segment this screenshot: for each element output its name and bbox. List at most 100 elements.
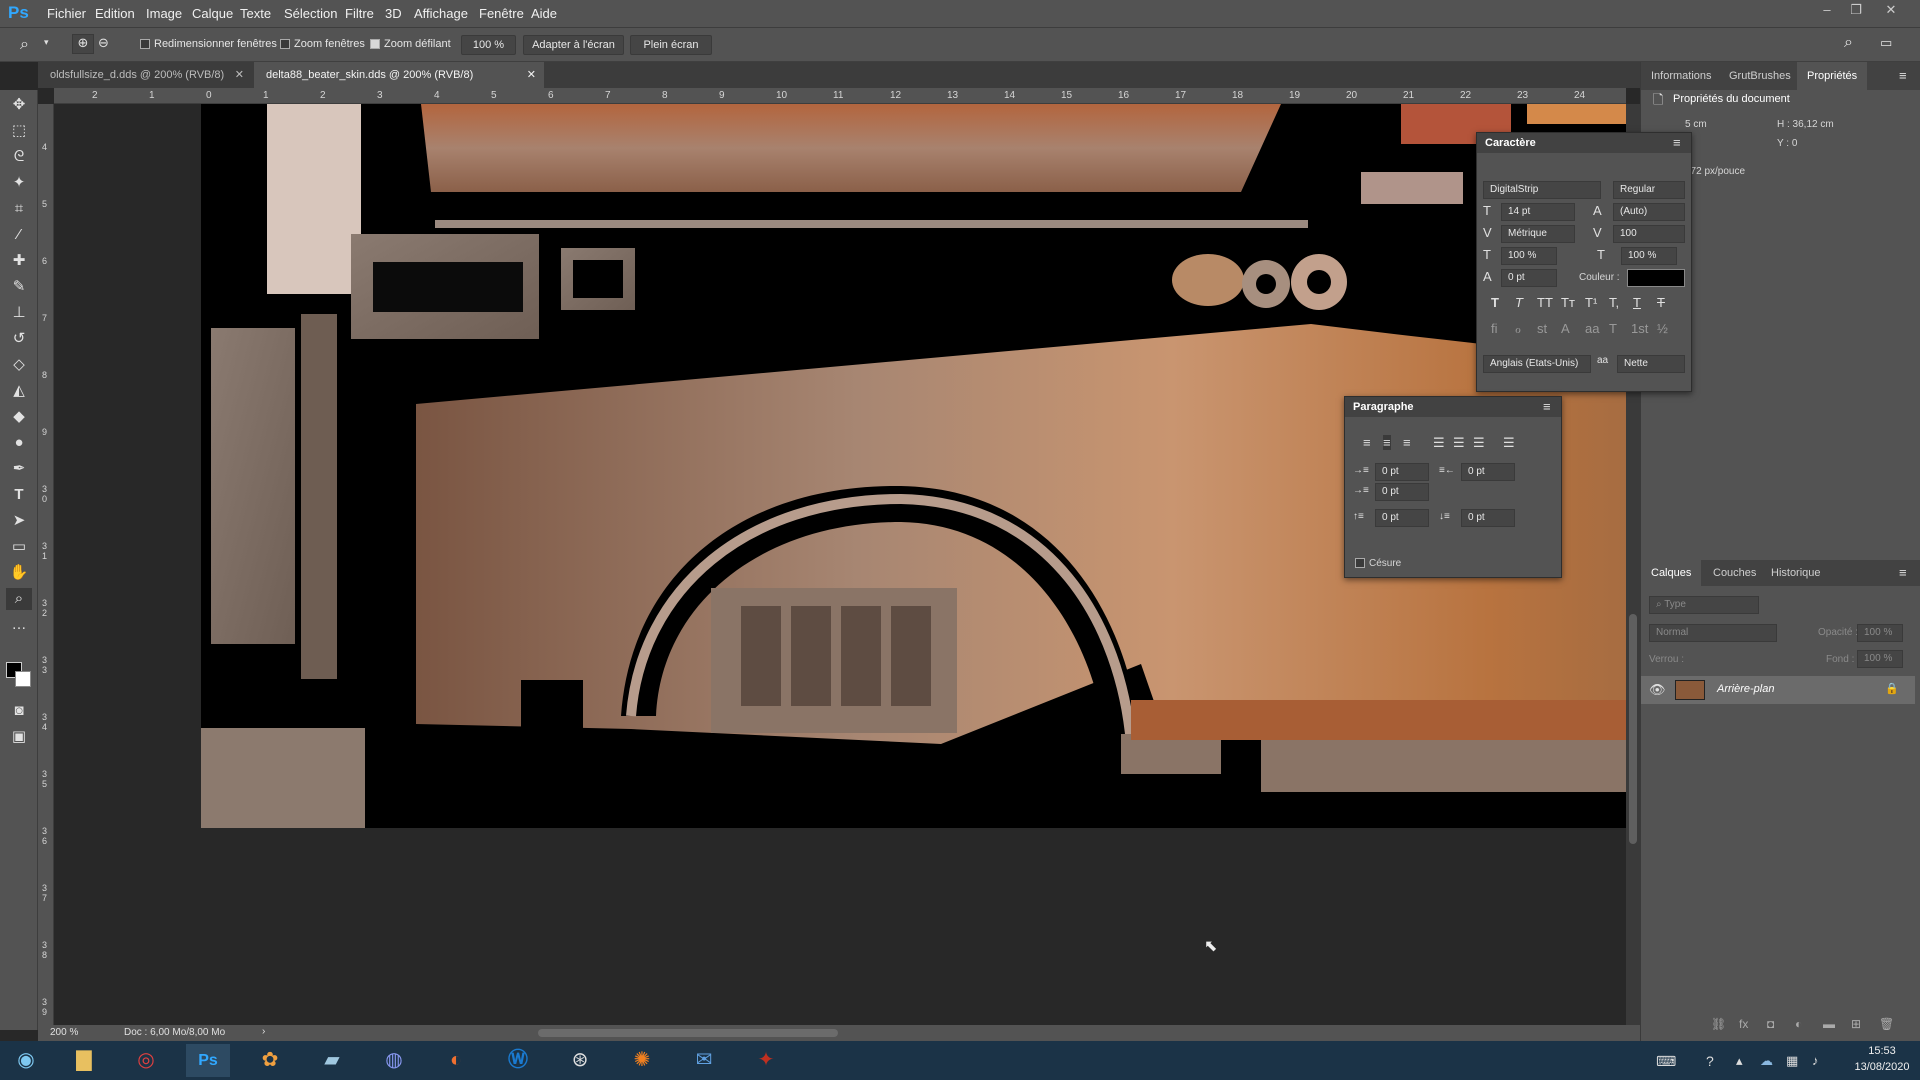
justify-left-icon[interactable]: ☰	[1433, 435, 1445, 451]
justify-all-icon[interactable]: ☰	[1503, 435, 1515, 451]
rectangle-tool-icon[interactable]: ▭	[6, 536, 32, 558]
leading-field[interactable]: (Auto)	[1613, 203, 1685, 221]
font-size-field[interactable]: 14 pt	[1501, 203, 1575, 221]
bug-app-icon[interactable]: ✿	[248, 1044, 292, 1077]
quick-mask-icon[interactable]: ◙	[6, 700, 32, 722]
fit-screen-button[interactable]: Adapter à l'écran	[523, 35, 624, 55]
discretionary-ligature-icon[interactable]: st	[1537, 321, 1547, 336]
clock-date[interactable]: 13/08/2020	[1850, 1061, 1914, 1073]
text-color-swatch[interactable]	[1627, 269, 1685, 287]
menu-affichage[interactable]: Affichage	[414, 6, 468, 21]
kerning-field[interactable]: Métrique	[1501, 225, 1575, 243]
menu-selection[interactable]: Sélection	[284, 6, 337, 21]
hand-tool-icon[interactable]: ✋	[6, 562, 32, 584]
steam-icon[interactable]: ⊛	[558, 1044, 602, 1077]
stylistic-alternates-icon[interactable]: aa	[1585, 321, 1599, 336]
opacity-field[interactable]: 100 %	[1857, 624, 1903, 642]
brush-tool-icon[interactable]: ✎	[6, 276, 32, 298]
strikethrough-icon[interactable]: T	[1657, 295, 1665, 310]
menu-fichier[interactable]: Fichier	[47, 6, 86, 21]
old-style-icon[interactable]: ℴ	[1515, 321, 1521, 337]
firefox-icon[interactable]: ◐	[434, 1044, 478, 1077]
fractions-icon[interactable]: ½	[1657, 321, 1668, 336]
swash-icon[interactable]: A	[1561, 321, 1570, 336]
dodge-tool-icon[interactable]: ●	[6, 432, 32, 454]
hyphenation-checkbox[interactable]: Césure	[1355, 557, 1401, 569]
file-explorer-icon[interactable]: ▇	[62, 1044, 106, 1077]
folder-icon[interactable]: ▬	[1823, 1017, 1835, 1031]
menu-aide[interactable]: Aide	[531, 6, 557, 21]
panel-menu-icon[interactable]: ≡	[1899, 565, 1907, 580]
layer-row[interactable]: 👁 Arrière-plan 🔒	[1641, 676, 1915, 704]
restore-icon[interactable]: ❐	[1845, 2, 1867, 22]
tracking-field[interactable]: 100	[1613, 225, 1685, 243]
start-orb-icon[interactable]: ◉	[4, 1044, 48, 1077]
tab-proprietes[interactable]: Propriétés	[1797, 62, 1868, 90]
background-color-swatch[interactable]	[15, 671, 31, 687]
discord-icon[interactable]: ◍	[372, 1044, 416, 1077]
chevron-down-icon[interactable]: ▾	[44, 37, 49, 48]
tab-oldsfullsize[interactable]: oldsfullsize_d.dds @ 200% (RVB/8) ✕	[38, 62, 252, 88]
fx-icon[interactable]: fx	[1739, 1017, 1748, 1031]
tab-grutbrushes[interactable]: GrutBrushes	[1719, 62, 1801, 90]
type-tool-icon[interactable]: T	[6, 484, 32, 506]
menu-filtre[interactable]: Filtre	[345, 6, 374, 21]
scrollbar-thumb[interactable]	[1629, 614, 1637, 844]
game-app-icon[interactable]: ✦	[744, 1044, 788, 1077]
faux-bold-icon[interactable]: T	[1491, 295, 1499, 310]
layer-filter-dropdown[interactable]: ⌕ Type	[1649, 596, 1759, 614]
chevron-right-icon[interactable]: ›	[262, 1026, 265, 1037]
marquee-tool-icon[interactable]: ⬚	[6, 120, 32, 142]
tab-historique[interactable]: Historique	[1761, 560, 1831, 586]
history-brush-icon[interactable]: ↺	[6, 328, 32, 350]
adjustment-icon[interactable]: ◐	[1795, 1017, 1802, 1031]
small-caps-icon[interactable]: Tт	[1561, 295, 1575, 310]
tab-calques[interactable]: Calques	[1641, 560, 1702, 586]
tray-up-icon[interactable]: ▴	[1736, 1053, 1743, 1069]
notepad-icon[interactable]: ▰	[310, 1044, 354, 1077]
eraser-tool-icon[interactable]: ◇	[6, 354, 32, 376]
space-before-field[interactable]: 0 pt	[1375, 509, 1429, 527]
justify-center-icon[interactable]: ☰	[1453, 435, 1465, 451]
pen-tool-icon[interactable]: ✒	[6, 458, 32, 480]
fill-field[interactable]: 100 %	[1857, 650, 1903, 668]
path-select-icon[interactable]: ➤	[6, 510, 32, 532]
layer-name[interactable]: Arrière-plan	[1717, 683, 1774, 695]
antialias-dropdown[interactable]: Nette	[1617, 355, 1685, 373]
indent-left-field[interactable]: 0 pt	[1375, 463, 1429, 481]
ordinals-icon[interactable]: 1st	[1631, 321, 1648, 336]
tab-informations[interactable]: Informations	[1641, 62, 1722, 90]
move-tool-icon[interactable]: ✥	[6, 94, 32, 116]
titling-alternates-icon[interactable]: T	[1609, 321, 1617, 336]
zoom-windows-checkbox[interactable]: Zoom fenêtres	[280, 38, 365, 50]
superscript-icon[interactable]: T¹	[1585, 295, 1597, 310]
chrome-icon[interactable]: ◎	[124, 1044, 168, 1077]
menu-edition[interactable]: Edition	[95, 6, 135, 21]
justify-right-icon[interactable]: ☰	[1473, 435, 1485, 451]
align-center-icon[interactable]: ≡	[1383, 435, 1391, 450]
doc-height[interactable]: H : 36,12 cm	[1777, 119, 1834, 130]
link-icon[interactable]: ⛓	[1711, 1017, 1726, 1031]
scrubby-zoom-checkbox[interactable]: Zoom défilant	[370, 38, 451, 50]
underline-icon[interactable]: T	[1633, 295, 1641, 310]
zoom-tool-icon[interactable]: ⌕	[20, 36, 29, 54]
cloud-icon[interactable]: ☁	[1760, 1053, 1773, 1069]
align-left-icon[interactable]: ≡	[1363, 435, 1371, 450]
doc-y[interactable]: Y : 0	[1777, 138, 1797, 149]
menu-3d[interactable]: 3D	[385, 6, 402, 21]
blur-tool-icon[interactable]: ◆	[6, 406, 32, 428]
full-screen-button[interactable]: Plein écran	[630, 35, 712, 55]
eyedropper-icon[interactable]: ⁄	[6, 224, 32, 246]
mask-icon[interactable]: ◘	[1767, 1017, 1774, 1031]
help-icon[interactable]: ?	[1706, 1053, 1714, 1069]
healing-brush-icon[interactable]: ✚	[6, 250, 32, 272]
language-dropdown[interactable]: Anglais (Etats-Unis)	[1483, 355, 1591, 373]
panel-menu-icon[interactable]: ≡	[1899, 68, 1907, 83]
panel-menu-icon[interactable]: ≡	[1543, 399, 1551, 414]
screen-mode-icon[interactable]: ▣	[6, 726, 32, 748]
vertical-scale-field[interactable]: 100 %	[1501, 247, 1557, 265]
tab-delta88[interactable]: delta88_beater_skin.dds @ 200% (RVB/8) ✕	[254, 62, 544, 88]
lasso-tool-icon[interactable]: ᘓ	[6, 146, 32, 168]
align-right-icon[interactable]: ≡	[1403, 435, 1411, 450]
baseline-shift-field[interactable]: 0 pt	[1501, 269, 1557, 287]
